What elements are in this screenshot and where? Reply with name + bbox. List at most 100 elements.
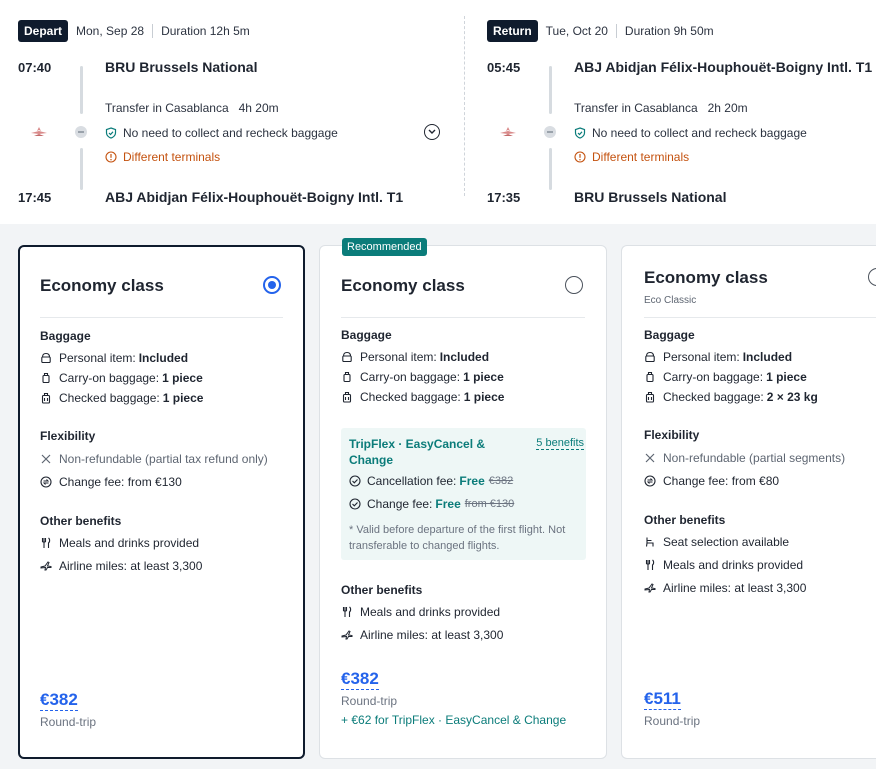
personal-item-value: Included: [742, 350, 793, 364]
carryon-value: 1 piece: [766, 370, 807, 384]
meals-row: Meals and drinks provided: [40, 536, 199, 550]
change-icon: [644, 475, 656, 487]
legs-divider: [464, 16, 465, 196]
terminal-note-text: Different terminals: [123, 150, 221, 164]
fare-price[interactable]: €382: [341, 669, 379, 690]
miles-text: Airline miles: at least 3,300: [360, 628, 504, 642]
terminal-note: Different terminals: [105, 150, 220, 164]
baggage-title: Baggage: [341, 328, 392, 342]
fare-radio[interactable]: [565, 276, 583, 294]
transfer-location: Transfer in Casablanca: [105, 101, 229, 115]
baggage-title: Baggage: [40, 329, 91, 343]
suitcase-icon: [645, 391, 655, 403]
route-line: [80, 66, 83, 114]
personal-item-row: Personal item: Included: [644, 350, 792, 364]
refund-row: Non-refundable (partial tax refund only): [40, 452, 268, 466]
fare-title: Economy class: [40, 276, 164, 295]
fare-card-eco-classic[interactable]: Economy class Eco Classic Baggage Person…: [621, 245, 876, 759]
header-separator: [615, 24, 617, 38]
checked-label: Checked baggage:: [663, 390, 764, 404]
divider: [40, 317, 283, 318]
checked-value: 2 × 23 kg: [766, 390, 818, 404]
carryon-row: Carry-on baggage: 1 piece: [40, 371, 203, 385]
seat-selection-row: Seat selection available: [644, 535, 789, 549]
checked-baggage-row: Checked baggage: 1 piece: [40, 391, 203, 405]
fare-price[interactable]: €511: [644, 689, 681, 710]
change-icon: [40, 476, 52, 488]
baggage-note-text: No need to collect and recheck baggage: [123, 126, 338, 140]
fare-title: Economy class: [644, 268, 768, 287]
route-line: [80, 148, 83, 190]
fare-radio-selected[interactable]: [263, 276, 281, 294]
benefits-title: Other benefits: [341, 583, 423, 597]
fare-radio[interactable]: [868, 268, 876, 286]
fare-card-economy[interactable]: Economy class Baggage Personal item: Incl…: [18, 245, 305, 759]
check-circle-icon: [349, 498, 361, 510]
expand-details-button[interactable]: [424, 124, 440, 140]
miles-icon: [644, 583, 656, 593]
tripflex-benefits-link[interactable]: 5 benefits: [536, 437, 584, 450]
recommended-badge: Recommended: [342, 238, 427, 256]
miles-text: Airline miles: at least 3,300: [663, 581, 807, 595]
carryon-label: Carry-on baggage:: [59, 371, 160, 385]
change-fee-row: Change fee: from €80: [644, 474, 779, 488]
carryon-label: Carry-on baggage:: [663, 370, 764, 384]
refund-text: Non-refundable (partial segments): [663, 451, 846, 465]
meals-text: Meals and drinks provided: [360, 605, 501, 619]
fare-card-recommended[interactable]: Recommended Economy class Baggage Person…: [319, 238, 607, 759]
depart-dep-airport: BRU Brussels National: [105, 59, 258, 75]
terminal-note: Different terminals: [574, 150, 689, 164]
checked-label: Checked baggage:: [59, 391, 160, 405]
price-subtitle: Round-trip: [644, 714, 701, 728]
meals-icon: [41, 537, 51, 548]
airline-logo-icon: [500, 127, 516, 136]
cancellation-free: Free: [459, 474, 485, 488]
tripflex-note: * Valid before departure of the first fl…: [349, 524, 566, 552]
personal-item-label: Personal item:: [663, 350, 740, 364]
price-subtitle: Round-trip: [40, 715, 97, 729]
return-arr-time: 17:35: [487, 190, 521, 205]
checked-value: 1 piece: [463, 390, 505, 404]
depart-duration: Duration 12h 5m: [161, 24, 250, 38]
transfer-duration: 2h 20m: [707, 101, 748, 115]
change-fee-label: Change fee:: [367, 497, 433, 511]
warning-icon: [574, 151, 586, 163]
carryon-value: 1 piece: [463, 370, 504, 384]
miles-row: Airline miles: at least 3,300: [40, 559, 202, 573]
divider: [644, 317, 876, 318]
header-separator: [152, 24, 154, 38]
return-leg: Return Tue, Oct 20 Duration 9h 50m 05:45…: [487, 0, 876, 224]
tripflex-change-fee-row: Change fee: Free from €130: [349, 497, 514, 511]
cancellation-fee-row: Cancellation fee: Free €382: [349, 474, 513, 488]
meals-text: Meals and drinks provided: [663, 558, 804, 572]
chevron-down-icon: [428, 129, 436, 134]
fare-price[interactable]: €382: [40, 690, 78, 711]
flexibility-title: Flexibility: [40, 429, 96, 443]
carryon-icon: [42, 372, 50, 384]
carryon-icon: [343, 371, 351, 383]
carryon-icon: [646, 371, 654, 383]
close-icon: [41, 454, 51, 464]
return-arr-airport: BRU Brussels National: [574, 189, 727, 205]
suitcase-icon: [342, 391, 352, 403]
personal-item-row: Personal item: Included: [40, 351, 188, 365]
personal-item-label: Personal item:: [360, 350, 437, 364]
meals-icon: [645, 559, 655, 570]
benefits-title: Other benefits: [40, 514, 122, 528]
benefits-title: Other benefits: [644, 513, 726, 527]
route-line: [549, 148, 552, 190]
shield-check-icon: [105, 127, 117, 139]
personal-item-icon: [645, 351, 655, 363]
price-subtitle: Round-trip: [341, 694, 398, 708]
refund-row: Non-refundable (partial segments): [644, 451, 845, 465]
depart-dep-time: 07:40: [18, 60, 52, 75]
return-date: Tue, Oct 20: [545, 24, 608, 38]
change-fee-text: Change fee: from €80: [663, 474, 780, 488]
return-header: Return Tue, Oct 20 Duration 9h 50m: [487, 20, 714, 42]
change-fee-old-price: from €130: [464, 498, 515, 510]
depart-badge: Depart: [18, 20, 69, 42]
transfer-location: Transfer in Casablanca: [574, 101, 698, 115]
return-dep-time: 05:45: [487, 60, 521, 75]
carryon-value: 1 piece: [162, 371, 203, 385]
tripflex-addon-price: + €62 for TripFlex · EasyCancel & Change: [341, 713, 567, 727]
